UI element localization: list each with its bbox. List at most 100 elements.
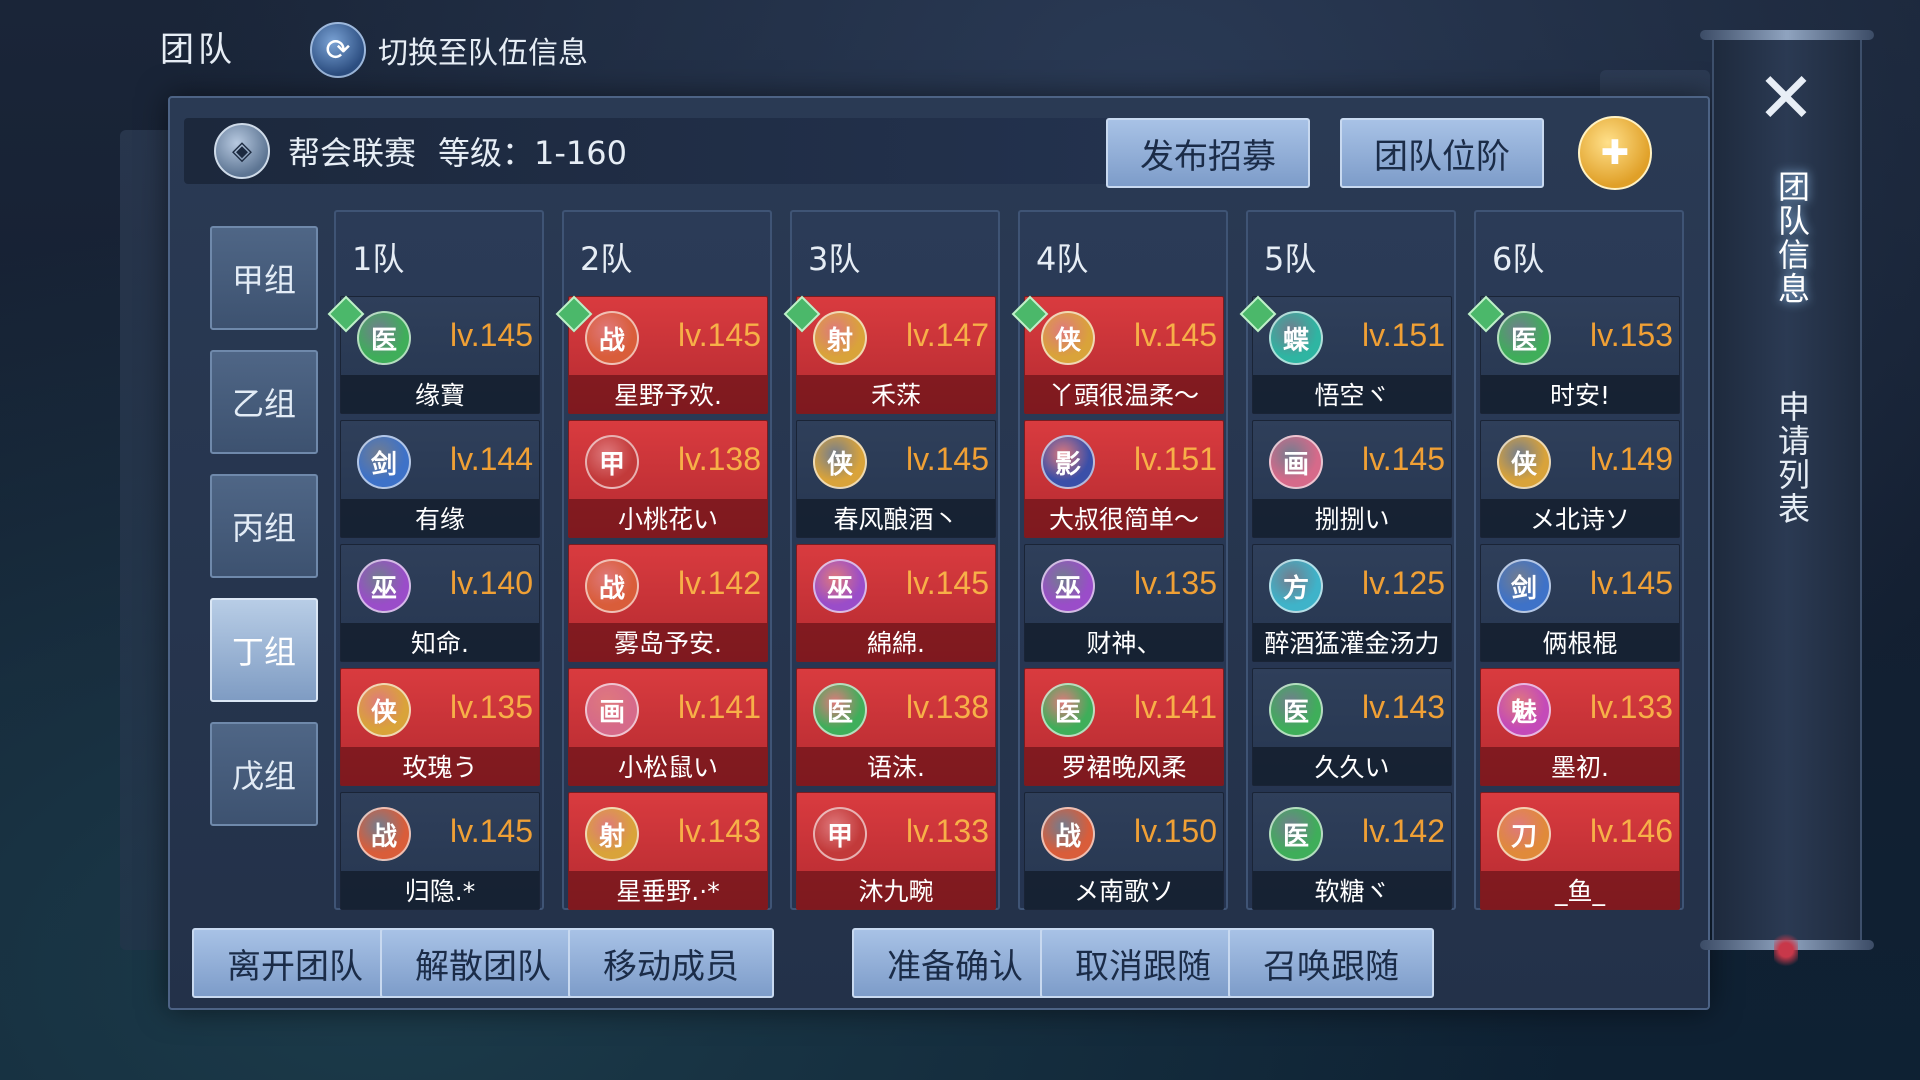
member-level: lv.141 [677, 689, 761, 725]
member-card[interactable]: 剑 lv.145 俩根棍 [1480, 544, 1680, 662]
member-name: 玫瑰う [341, 747, 539, 785]
member-card[interactable]: 战 lv.150 メ南歌ソ [1024, 792, 1224, 910]
member-card[interactable]: 射 lv.143 星垂野.·* [568, 792, 768, 910]
member-card[interactable]: 甲 lv.133 沐九畹 [796, 792, 996, 910]
class-icon: 侠 [357, 683, 411, 737]
class-icon: 巫 [357, 559, 411, 613]
member-card[interactable]: 画 lv.141 小松鼠い [568, 668, 768, 786]
member-card[interactable]: 侠 lv.145 春风酿酒丶 [796, 420, 996, 538]
disband-team-button[interactable]: 解散团队 [380, 928, 586, 998]
member-name: 大叔很简单～ [1025, 499, 1223, 537]
class-icon: 侠 [1041, 311, 1095, 365]
member-name: 语沫. [797, 747, 995, 785]
member-card[interactable]: 医 lv.145 缘寶 [327, 295, 540, 414]
move-member-button[interactable]: 移动成员 [568, 928, 774, 998]
group-tab-3[interactable]: 丙组 [210, 474, 318, 578]
close-icon[interactable]: ✕ [1748, 60, 1824, 136]
switch-to-party-info-button[interactable]: ⟳ 切换至队伍信息 [310, 22, 588, 78]
member-level: lv.143 [1361, 689, 1445, 725]
member-card[interactable]: 巫 lv.140 知命. [340, 544, 540, 662]
member-card[interactable]: 甲 lv.138 小桃花い [568, 420, 768, 538]
tassel-decoration [1774, 930, 1798, 970]
class-icon: 医 [1269, 683, 1323, 737]
switch-label: 切换至队伍信息 [378, 36, 588, 71]
member-level: lv.145 [905, 565, 989, 601]
team-column-3: 3队射 lv.147 禾莯侠 lv.145 春风酿酒丶巫 lv.145 綿綿. 医 lv.138… [783, 210, 1000, 910]
member-level: lv.145 [1589, 565, 1673, 601]
class-icon: 医 [1041, 683, 1095, 737]
team-name: 6队 [1492, 240, 1545, 278]
member-level: lv.133 [905, 813, 989, 849]
team-column-5: 5队蝶 lv.151 悟空ヾ画 lv.145 捌捌い方 lv.125 醉酒猛灌金汤力医 lv.… [1239, 210, 1456, 910]
ready-check-button[interactable]: 准备确认 [852, 928, 1058, 998]
member-card[interactable]: 巫 lv.145 綿綿. [796, 544, 996, 662]
publish-recruit-button[interactable]: 发布招募 [1106, 118, 1310, 188]
member-name: 綿綿. [797, 623, 995, 661]
class-icon: 射 [813, 311, 867, 365]
member-card[interactable]: 魅 lv.133 墨初. [1480, 668, 1680, 786]
member-card[interactable]: 画 lv.145 捌捌い [1252, 420, 1452, 538]
member-card[interactable]: 医 lv.142 软糖ヾ [1252, 792, 1452, 910]
group-tab-5[interactable]: 戊组 [210, 722, 318, 826]
member-card[interactable]: 战 lv.142 雾岛予安. [568, 544, 768, 662]
class-icon: 战 [585, 311, 639, 365]
summon-follow-button[interactable]: 召唤跟随 [1228, 928, 1434, 998]
member-card[interactable]: 巫 lv.135 财神、 [1024, 544, 1224, 662]
member-name: 星野予欢. [569, 375, 767, 413]
member-level: lv.138 [905, 689, 989, 725]
tab-team-info[interactable]: 团队信息 [1758, 170, 1814, 306]
member-name: 捌捌い [1253, 499, 1451, 537]
member-card[interactable]: 医 lv.141 罗裙晚风柔 [1024, 668, 1224, 786]
member-name: 时安! [1481, 375, 1679, 413]
member-level: lv.149 [1589, 441, 1673, 477]
member-card[interactable]: 医 lv.153 时安! [1467, 295, 1680, 414]
member-level: lv.133 [1589, 689, 1673, 725]
member-level: lv.145 [905, 441, 989, 477]
group-tab-4[interactable]: 丁组 [210, 598, 318, 702]
member-card[interactable]: 侠 lv.145 丫頭很温柔～ [1011, 295, 1224, 414]
member-card[interactable]: 战 lv.145 归隐.* [340, 792, 540, 910]
member-card[interactable]: 战 lv.145 星野予欢. [555, 295, 768, 414]
event-header: ◈ 帮会联赛 等级：1-160 [184, 118, 1246, 184]
class-icon: 甲 [585, 435, 639, 489]
member-name: 俩根棍 [1481, 623, 1679, 661]
team-column-6: 6队医 lv.153 时安! 侠 lv.149 メ北诗ソ剑 lv.145 俩根棍魅 lv.133… [1467, 210, 1684, 910]
member-card[interactable]: 刀 lv.146 _鱼_ [1480, 792, 1680, 910]
tab-apply-list[interactable]: 申请列表 [1758, 390, 1814, 526]
group-tab-2[interactable]: 乙组 [210, 350, 318, 454]
member-name: 有缘 [341, 499, 539, 537]
member-card[interactable]: 侠 lv.149 メ北诗ソ [1480, 420, 1680, 538]
leave-team-button[interactable]: 离开团队 [192, 928, 398, 998]
member-card[interactable]: 影 lv.151 大叔很简单～ [1024, 420, 1224, 538]
scroll-rod [1700, 30, 1874, 40]
member-name: 小桃花い [569, 499, 767, 537]
group-tab-1[interactable]: 甲组 [210, 226, 318, 330]
member-name: 久久い [1253, 747, 1451, 785]
member-card[interactable]: 蝶 lv.151 悟空ヾ [1239, 295, 1452, 414]
class-icon: 医 [813, 683, 867, 737]
member-card[interactable]: 射 lv.147 禾莯 [783, 295, 996, 414]
member-card[interactable]: 侠 lv.135 玫瑰う [340, 668, 540, 786]
member-card[interactable]: 医 lv.138 语沫. [796, 668, 996, 786]
member-name: 雾岛予安. [569, 623, 767, 661]
member-level: lv.151 [1361, 317, 1445, 353]
member-level: lv.125 [1361, 565, 1445, 601]
member-name: 财神、 [1025, 623, 1223, 661]
class-icon: 战 [357, 807, 411, 861]
team-name: 1队 [352, 240, 405, 278]
class-icon: 医 [1269, 807, 1323, 861]
member-level: lv.140 [449, 565, 533, 601]
class-icon: 侠 [813, 435, 867, 489]
class-icon: 剑 [357, 435, 411, 489]
member-card[interactable]: 医 lv.143 久久い [1252, 668, 1452, 786]
member-card[interactable]: 剑 lv.144 有缘 [340, 420, 540, 538]
team-rank-button[interactable]: 团队位阶 [1340, 118, 1544, 188]
member-card[interactable]: 方 lv.125 醉酒猛灌金汤力 [1252, 544, 1452, 662]
class-icon: 画 [1269, 435, 1323, 489]
member-name: 醉酒猛灌金汤力 [1253, 623, 1451, 661]
add-member-icon[interactable]: ✚ [1578, 116, 1652, 190]
class-icon: 侠 [1497, 435, 1551, 489]
class-icon: 刀 [1497, 807, 1551, 861]
team-column-2: 2队战 lv.145 星野予欢. 甲 lv.138 小桃花い战 lv.142 雾岛予安. 画 lv… [555, 210, 772, 910]
cancel-follow-button[interactable]: 取消跟随 [1040, 928, 1246, 998]
